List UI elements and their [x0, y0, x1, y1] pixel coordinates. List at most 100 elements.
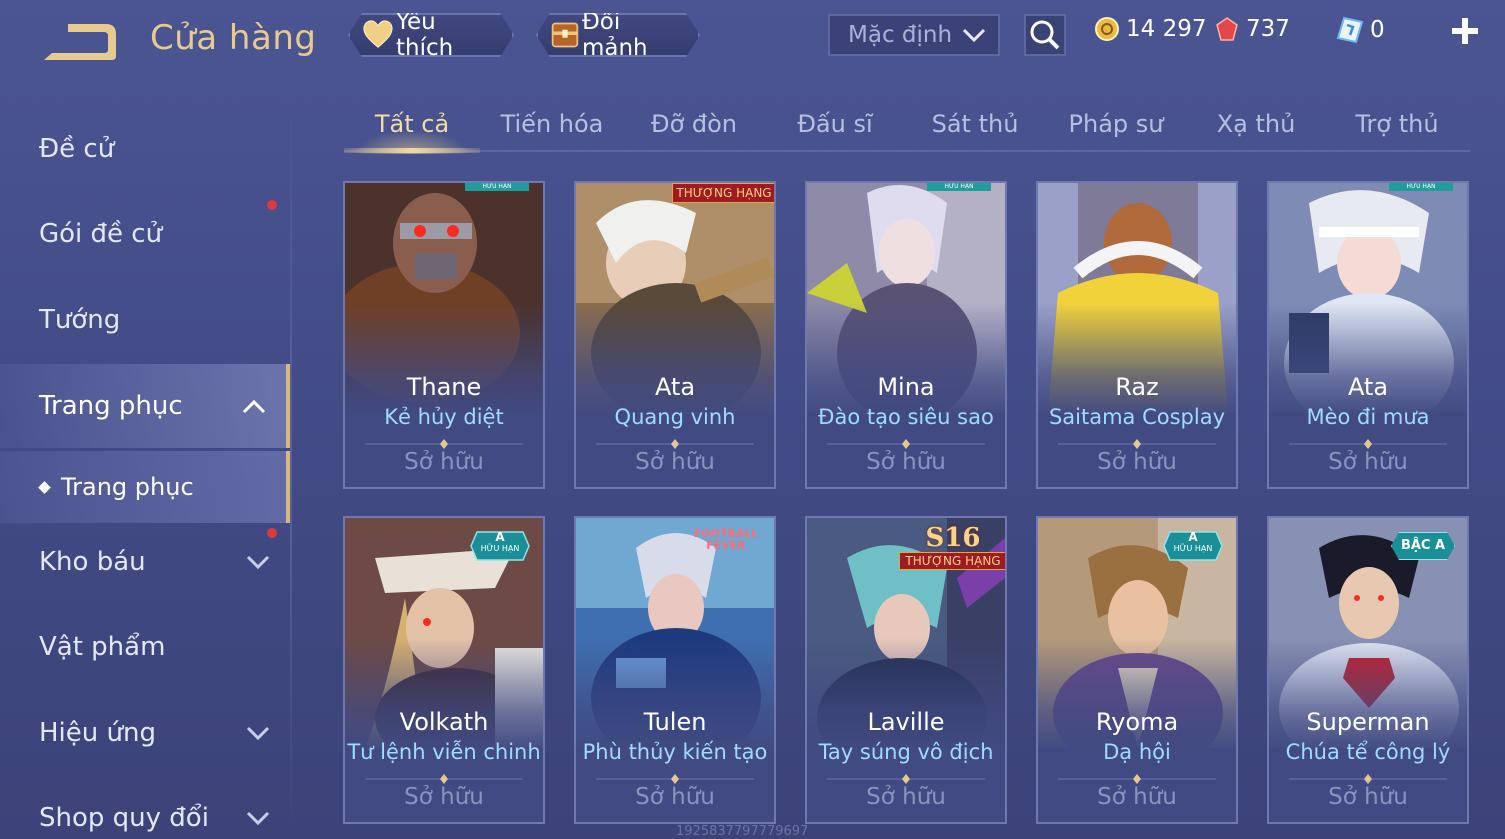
owned-status: Sở hữu — [404, 449, 484, 475]
rank-badge-letter: A — [1188, 530, 1198, 544]
skin-name: Mèo đi mưa — [1306, 405, 1430, 429]
sidebar-item-effects[interactable]: Hiệu ứng — [0, 698, 290, 768]
tab-tank[interactable]: Đỡ đòn — [626, 110, 762, 138]
rank-badge-letter: A — [495, 530, 505, 544]
chevron-down-icon — [246, 555, 270, 570]
top-bar: Cửa hàng Yêu thích Đổi mảnh Mặc định 14 … — [0, 0, 1505, 80]
exchange-shards-button[interactable]: Đổi mảnh — [536, 13, 700, 57]
rank-badge: A HỮU HẠN — [1162, 530, 1224, 562]
voucher-amount: 0 — [1370, 17, 1385, 43]
skin-name: Saitama Cosplay — [1048, 405, 1226, 429]
category-tabs: Tất cả Tiến hóa Đỡ đòn Đấu sĩ Sát thủ Ph… — [344, 100, 1470, 154]
favorite-label: Yêu thích — [395, 9, 454, 61]
chest-icon — [550, 18, 580, 52]
sidebar-item-label: Shop quy đổi — [39, 803, 209, 833]
sidebar-item-label: Kho báu — [39, 547, 146, 577]
sort-value: Mặc định — [848, 22, 953, 48]
sort-dropdown[interactable]: Mặc định — [828, 14, 1000, 56]
chevron-down-icon — [246, 811, 270, 826]
separator-ornament — [1058, 774, 1216, 784]
hero-name: Volkath — [399, 708, 489, 736]
sidebar-item-label: Tướng — [39, 305, 121, 335]
rank-badge-label: HỮU HẠN — [480, 544, 520, 553]
owned-status: Sở hữu — [866, 449, 946, 475]
skin-card[interactable]: FOOTBALL FEVER Tulen Phù thủy kiến tạo S… — [574, 516, 776, 824]
skin-card[interactable]: HỮU HẠN Ata Mèo đi mưa Sở hữu — [1267, 181, 1469, 489]
owned-status: Sở hữu — [635, 784, 715, 810]
hero-name: Thane — [406, 373, 482, 401]
season-badge: S16 THƯỢNG HẠNG — [899, 523, 1005, 572]
rank-badge-label: HỮU HẠN — [1173, 544, 1213, 553]
skin-name: Quang vinh — [614, 405, 736, 429]
separator-ornament — [596, 774, 754, 784]
skin-card[interactable]: BẬC A Superman Chúa tể công lý Sở hữu — [1267, 516, 1469, 824]
owned-status: Sở hữu — [1328, 784, 1408, 810]
separator-ornament — [1289, 774, 1447, 784]
tab-assassin[interactable]: Sát thủ — [907, 110, 1043, 138]
tab-all[interactable]: Tất cả — [344, 110, 480, 138]
tab-mage[interactable]: Pháp sư — [1048, 110, 1184, 138]
gold-amount: 14 297 — [1126, 16, 1207, 42]
skin-card[interactable]: A HỮU HẠN Volkath Tư lệnh viễn chinh Sở … — [343, 516, 545, 824]
hero-name: Ata — [654, 373, 696, 401]
ruby-gem-icon — [1216, 17, 1238, 41]
favorite-button[interactable]: Yêu thích — [348, 13, 514, 57]
sidebar-item-exchange-shop[interactable]: Shop quy đổi — [0, 783, 290, 839]
tab-fighter[interactable]: Đấu sĩ — [767, 110, 903, 138]
chevron-up-icon — [242, 399, 266, 414]
hero-name: Ryoma — [1095, 708, 1179, 736]
skin-name: Dạ hội — [1103, 740, 1171, 764]
owned-status: Sở hữu — [1328, 449, 1408, 475]
search-button[interactable] — [1024, 14, 1066, 56]
sidebar-item-treasure[interactable]: Kho báu — [0, 527, 290, 597]
skin-name: Phù thủy kiến tạo — [582, 740, 768, 764]
notification-dot — [267, 200, 277, 210]
separator-ornament — [1058, 439, 1216, 449]
ruby-amount: 737 — [1246, 16, 1290, 42]
tab-marksman[interactable]: Xạ thủ — [1188, 110, 1324, 138]
search-icon — [1030, 20, 1060, 50]
separator-ornament — [365, 439, 523, 449]
limited-badge: HỮU HẠN — [927, 183, 991, 191]
bullet-icon — [38, 480, 51, 494]
sidebar-item-recommended[interactable]: Đề cử — [0, 114, 290, 184]
sidebar-subitem-skins[interactable]: Trang phục — [0, 451, 290, 523]
hero-name: Ata — [1347, 373, 1389, 401]
skin-name: Đào tạo siêu sao — [818, 405, 994, 429]
gold-balance: 14 297 — [1094, 16, 1206, 42]
skin-name: Kẻ hủy diệt — [384, 405, 504, 429]
skin-card[interactable]: HỮU HẠN Mina Đào tạo siêu sao Sở hữu — [805, 181, 1007, 489]
sidebar-item-label: Gói đề cử — [39, 219, 163, 249]
page-title: Cửa hàng — [150, 18, 317, 58]
separator-ornament — [827, 439, 985, 449]
skin-card[interactable]: Raz Saitama Cosplay Sở hữu — [1036, 181, 1238, 489]
skin-card[interactable]: S16 THƯỢNG HẠNG Laville Tay súng vô địch… — [805, 516, 1007, 824]
separator-ornament — [1289, 439, 1447, 449]
skin-card[interactable]: HỮU HẠN Thane Kẻ hủy diệt Sở hữu — [343, 181, 545, 489]
season-label: S16 — [925, 523, 981, 553]
separator-ornament — [827, 774, 985, 784]
hero-name: Tulen — [643, 708, 707, 736]
sidebar-item-heroes[interactable]: Tướng — [0, 285, 290, 355]
tab-support[interactable]: Trợ thủ — [1329, 110, 1465, 138]
back-arrow-icon[interactable] — [38, 20, 118, 62]
skin-card[interactable]: THƯỢNG HẠNG Ata Quang vinh Sở hữu — [574, 181, 776, 489]
sidebar-item-items[interactable]: Vật phẩm — [0, 612, 290, 682]
separator-ornament — [596, 439, 754, 449]
owned-status: Sở hữu — [404, 784, 484, 810]
sidebar-item-recommended-packs[interactable]: Gói đề cử — [0, 199, 290, 269]
skin-name: Tay súng vô địch — [818, 740, 994, 764]
owned-status: Sở hữu — [866, 784, 946, 810]
sidebar-item-label: Đề cử — [39, 134, 115, 164]
chevron-down-icon — [246, 726, 270, 741]
limited-badge: HỮU HẠN — [1389, 183, 1453, 191]
skin-card[interactable]: A HỮU HẠN Ryoma Dạ hội Sở hữu — [1036, 516, 1238, 824]
tab-evolution[interactable]: Tiến hóa — [484, 110, 620, 138]
owned-status: Sở hữu — [1097, 449, 1177, 475]
sidebar-item-label: Hiệu ứng — [39, 718, 156, 748]
event-badge: FOOTBALL FEVER — [693, 527, 759, 552]
sidebar-item-skins[interactable]: Trang phục — [0, 364, 290, 448]
plus-icon[interactable] — [1450, 16, 1480, 46]
owned-status: Sở hữu — [635, 449, 715, 475]
hero-name: Superman — [1306, 708, 1430, 736]
